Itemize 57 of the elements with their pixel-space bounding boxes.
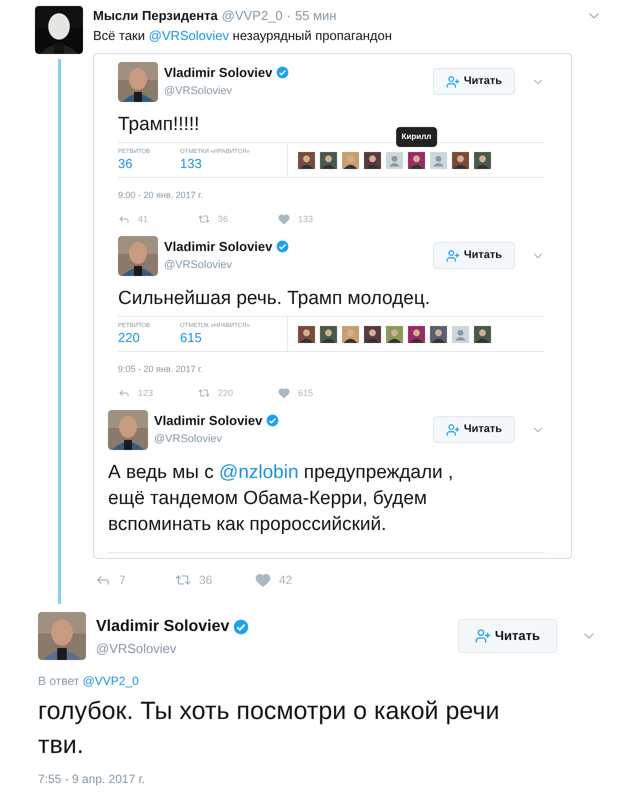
- author-name: Vladimir Soloviev: [154, 412, 262, 430]
- tooltip: Кирилл: [396, 126, 438, 146]
- tweet-text: голубок. Ты хоть посмотри о какой речи тви.: [38, 696, 500, 761]
- tweet-date: 7:55 - 9 апр. 2017 г.: [38, 771, 146, 788]
- retweet-icon[interactable]: [198, 213, 210, 226]
- author-handle: @VRSoloviev: [164, 84, 234, 98]
- author-name: Vladimir Soloviev: [164, 64, 272, 82]
- heart-icon[interactable]: [278, 213, 290, 226]
- reply-count: 123: [138, 386, 154, 400]
- reply-count: 7: [119, 572, 126, 589]
- author-name: Vladimir Soloviev: [164, 238, 272, 256]
- like-count: 42: [279, 572, 292, 589]
- follow-icon: [446, 248, 460, 262]
- reply-icon[interactable]: [118, 213, 130, 226]
- follow-button[interactable]: Читать: [458, 619, 557, 653]
- author-name: Мысли Перзидента: [93, 7, 218, 25]
- heart-icon[interactable]: [278, 387, 290, 400]
- retweet-count: 36: [218, 212, 228, 226]
- default-avatar-icon: [452, 326, 469, 342]
- default-avatar-icon: [386, 152, 403, 168]
- like-total: 615: [180, 330, 203, 346]
- like-total: 133: [180, 156, 203, 172]
- tweet-text: Трамп!!!!!: [118, 113, 200, 137]
- verified-badge-icon: [233, 619, 250, 635]
- reply-count: 41: [138, 212, 148, 226]
- verified-badge-icon: [266, 414, 280, 428]
- author-handle: @VRSoloviev: [164, 258, 234, 272]
- author-handle: @VRSoloviev: [96, 640, 178, 658]
- verified-badge-icon: [276, 66, 290, 80]
- in-reply-to: В ответ @VVP2_0: [38, 673, 140, 690]
- like-count: 133: [298, 212, 314, 226]
- follow-button[interactable]: Читать: [432, 68, 515, 95]
- default-avatar-icon: [430, 152, 447, 168]
- author-name: Vladimir Soloviev: [96, 617, 230, 637]
- tweet-date: 9:00 - 20 янв. 2017 г.: [118, 189, 204, 202]
- heart-icon[interactable]: [255, 572, 271, 588]
- like-count: 615: [298, 386, 314, 400]
- tweet-text: Всё таки @VRSoloviev незаурядный пропагандон: [93, 26, 393, 45]
- follow-button[interactable]: Читать: [432, 242, 515, 269]
- tweet-time: 55 мин: [295, 7, 336, 25]
- retweet-total: 220: [118, 330, 141, 346]
- follow-button[interactable]: Читать: [432, 416, 515, 443]
- follow-icon: [446, 422, 460, 436]
- retweet-count: 220: [218, 386, 234, 400]
- retweet-total: 36: [118, 156, 134, 172]
- author-handle: @VRSoloviev: [154, 432, 224, 446]
- verified-badge-icon: [276, 240, 290, 254]
- author-handle: @VVP2_0: [222, 7, 283, 25]
- reply-icon[interactable]: [118, 387, 130, 400]
- follow-icon: [474, 628, 491, 644]
- retweet-icon[interactable]: [198, 387, 210, 400]
- tweet-text: Сильнейшая речь. Трамп молодец.: [118, 287, 430, 311]
- tweet-text: А ведь мы с @nzlobin предупреждали , ещё тандемом Обама-Керри, будем вспоминать как пророссийский.: [108, 461, 454, 537]
- tweet-date: 9:05 - 20 янв. 2017 г.: [118, 363, 204, 376]
- retweet-count: 36: [199, 572, 212, 589]
- follow-icon: [446, 74, 460, 88]
- separator: ·: [286, 7, 292, 25]
